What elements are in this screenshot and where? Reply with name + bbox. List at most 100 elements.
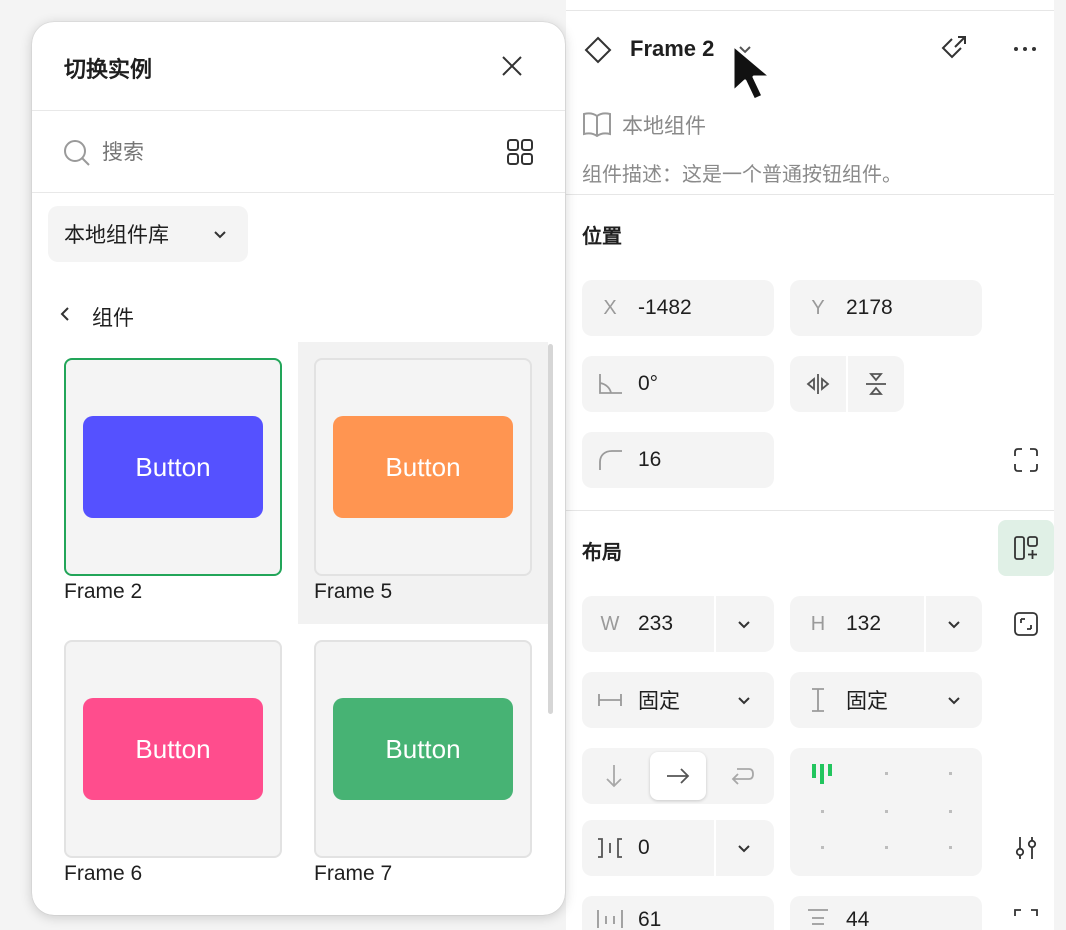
- individual-padding-icon[interactable]: [1010, 908, 1042, 930]
- gap-value[interactable]: 0: [638, 836, 650, 860]
- chevron-down-icon[interactable]: [734, 838, 754, 858]
- properties-panel: Frame 2 本地组件 组件描述：这是一个普通按钮组件。 位置 X -1482…: [566, 0, 1054, 930]
- direction-horizontal-icon[interactable]: [650, 752, 706, 800]
- component-card-label: Frame 7: [314, 862, 393, 885]
- direction-wrap-icon[interactable]: [714, 752, 770, 800]
- align-top-left-indicator: [812, 764, 836, 784]
- gap-field[interactable]: 0: [582, 820, 774, 876]
- chevron-down-icon: [210, 224, 230, 244]
- w-label: W: [600, 612, 620, 635]
- align-dot: [885, 772, 888, 775]
- search-icon: [62, 138, 92, 168]
- y-label: Y: [811, 296, 825, 319]
- book-icon: [582, 110, 612, 138]
- component-card-frame-5[interactable]: Button: [314, 358, 532, 576]
- component-name[interactable]: Frame 2: [630, 36, 714, 62]
- position-section-title: 位置: [582, 226, 622, 248]
- align-dot: [885, 846, 888, 849]
- popup-divider: [32, 192, 565, 193]
- component-card-frame-7[interactable]: Button: [314, 640, 532, 858]
- rotation-icon: [582, 372, 638, 396]
- rotation-field[interactable]: 0°: [582, 356, 774, 412]
- component-card-frame-2[interactable]: Button: [64, 358, 282, 576]
- rotation-value[interactable]: 0°: [638, 372, 658, 396]
- layout-direction-control: [582, 748, 774, 804]
- height-sizing-value: 固定: [846, 690, 888, 713]
- popup-title: 切换实例: [64, 57, 153, 82]
- direction-vertical-icon[interactable]: [586, 752, 642, 800]
- vertical-padding-field[interactable]: 44: [790, 896, 982, 930]
- component-description: 组件描述：这是一个普通按钮组件。: [582, 164, 902, 186]
- component-card-label: Frame 2: [64, 580, 143, 603]
- alignment-grid[interactable]: [790, 748, 982, 876]
- component-source-label: 本地组件: [622, 115, 706, 138]
- align-dot: [821, 810, 824, 813]
- field-divider: [714, 820, 716, 876]
- component-preview-button: Button: [333, 416, 513, 518]
- layout-section-title: 布局: [582, 542, 622, 564]
- vertical-padding-value[interactable]: 44: [846, 908, 869, 930]
- back-chevron-icon[interactable]: [56, 304, 74, 324]
- search-input[interactable]: [102, 134, 462, 172]
- x-label: X: [603, 296, 617, 319]
- height-sizing-icon: [790, 687, 846, 713]
- chevron-down-icon[interactable]: [944, 614, 964, 634]
- independent-corners-icon[interactable]: [1010, 444, 1042, 476]
- horizontal-padding-value[interactable]: 61: [638, 908, 661, 930]
- align-dot: [885, 810, 888, 813]
- component-card-frame-6[interactable]: Button: [64, 640, 282, 858]
- section-divider: [566, 510, 1054, 511]
- more-options-icon[interactable]: [1010, 34, 1040, 64]
- chevron-down-icon[interactable]: [734, 614, 754, 634]
- close-icon[interactable]: [496, 50, 528, 82]
- chevron-down-icon[interactable]: [944, 690, 964, 710]
- chevron-down-icon[interactable]: [734, 690, 754, 710]
- y-field[interactable]: Y 2178: [790, 280, 982, 336]
- width-sizing-value: 固定: [638, 690, 680, 713]
- grid-view-icon[interactable]: [504, 136, 536, 168]
- top-divider: [566, 10, 1054, 11]
- w-value[interactable]: 233: [638, 612, 673, 636]
- width-sizing-icon: [582, 690, 638, 710]
- mouse-cursor: [730, 42, 784, 104]
- auto-layout-toggle-icon[interactable]: [998, 520, 1054, 576]
- swap-instance-popup: 切换实例 本地组件库 组件 Button Frame 2: [32, 22, 565, 915]
- align-dot: [949, 810, 952, 813]
- h-value[interactable]: 132: [846, 612, 881, 636]
- y-value[interactable]: 2178: [846, 296, 893, 320]
- section-divider: [566, 194, 1054, 195]
- flip-buttons: [790, 356, 904, 412]
- width-field[interactable]: W 233: [582, 596, 774, 652]
- flip-horizontal-icon[interactable]: [790, 356, 846, 412]
- height-field[interactable]: H 132: [790, 596, 982, 652]
- corner-radius-field[interactable]: 16: [582, 432, 774, 488]
- library-select[interactable]: 本地组件库: [48, 206, 248, 262]
- corner-radius-value[interactable]: 16: [638, 448, 661, 472]
- component-card-label: Frame 5: [314, 580, 393, 603]
- breadcrumb-components[interactable]: 组件: [92, 302, 134, 332]
- x-value[interactable]: -1482: [638, 296, 692, 320]
- component-instance-icon: [582, 34, 614, 66]
- align-dot: [821, 846, 824, 849]
- corner-radius-icon: [582, 448, 638, 472]
- h-label: H: [810, 612, 826, 635]
- height-sizing-select[interactable]: 固定: [790, 672, 982, 728]
- component-card-label: Frame 6: [64, 862, 143, 885]
- align-dot: [949, 772, 952, 775]
- field-divider: [924, 596, 926, 652]
- scrollbar-thumb[interactable]: [548, 344, 553, 714]
- vertical-padding-icon: [790, 908, 846, 930]
- go-to-main-component-icon[interactable]: [938, 32, 970, 64]
- component-preview-button: Button: [83, 416, 263, 518]
- clip-content-icon[interactable]: [1010, 608, 1042, 640]
- field-divider: [714, 596, 716, 652]
- x-field[interactable]: X -1482: [582, 280, 774, 336]
- width-sizing-select[interactable]: 固定: [582, 672, 774, 728]
- library-select-value: 本地组件库: [64, 224, 169, 247]
- align-dot: [949, 846, 952, 849]
- gap-icon: [582, 837, 638, 859]
- flip-vertical-icon[interactable]: [848, 356, 904, 412]
- horizontal-padding-field[interactable]: 61: [582, 896, 774, 930]
- popup-divider: [32, 110, 565, 111]
- layout-settings-sliders-icon[interactable]: [1010, 832, 1042, 864]
